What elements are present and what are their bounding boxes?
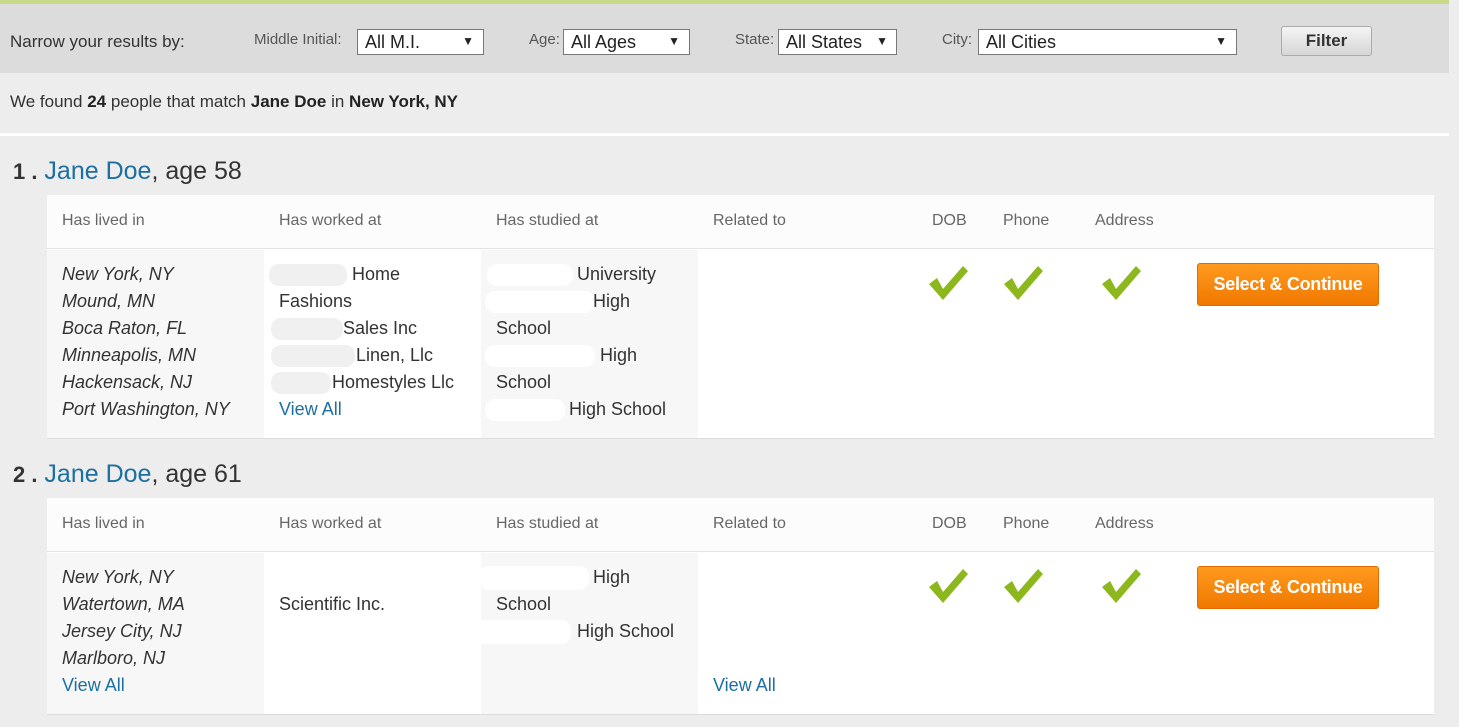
col-header-lived: Has lived in: [62, 515, 145, 532]
age-select[interactable]: All Ages ▼: [563, 29, 690, 55]
city-select[interactable]: All Cities ▼: [978, 29, 1237, 55]
worked-item: Home: [352, 264, 401, 284]
col-header-address: Address: [1095, 515, 1154, 532]
chevron-down-icon: ▼: [876, 34, 888, 48]
studied-item: School: [496, 318, 552, 338]
col-header-related: Related to: [713, 212, 786, 229]
related-view-all-link[interactable]: View All: [713, 672, 776, 699]
middle-initial-label: Middle Initial:: [254, 31, 342, 48]
worked-item: Linen, Llc: [356, 345, 434, 365]
worked-item: Homestyles Llc: [332, 372, 455, 392]
col-header-phone: Phone: [1003, 515, 1050, 532]
person-name-link[interactable]: Jane Doe: [44, 157, 151, 185]
person-name-link[interactable]: Jane Doe: [44, 460, 151, 488]
redacted-text: [475, 620, 571, 644]
results-count: 24: [87, 92, 107, 111]
city-label: City:: [942, 31, 972, 48]
address-check-icon: [1102, 266, 1141, 300]
col-header-worked: Has worked at: [279, 212, 382, 229]
col-header-studied: Has studied at: [496, 212, 599, 229]
redacted-text: [485, 399, 565, 421]
divider: [0, 133, 1449, 136]
select-continue-button[interactable]: Select & Continue: [1197, 566, 1379, 609]
col-header-dob: DOB: [932, 515, 967, 532]
col-header-lived: Has lived in: [62, 212, 145, 229]
redacted-text: [269, 264, 347, 286]
dob-check-icon: [929, 569, 968, 603]
col-header-studied: Has studied at: [496, 515, 599, 532]
studied-item: High: [600, 345, 638, 365]
redacted-text: [271, 566, 405, 590]
worked-item: Fashions: [279, 291, 353, 311]
address-check-icon: [1102, 569, 1141, 603]
col-header-address: Address: [1095, 212, 1154, 229]
worked-item: Sales Inc: [343, 318, 418, 338]
query-name: Jane Doe: [250, 92, 327, 111]
result-heading: 2 . Jane Doe, age 61: [13, 460, 242, 488]
select-continue-button[interactable]: Select & Continue: [1197, 263, 1379, 306]
filter-button[interactable]: Filter: [1281, 26, 1372, 56]
card-header: Has lived in Has worked at Has studied a…: [47, 498, 1434, 552]
lived-view-all-link[interactable]: View All: [62, 672, 262, 699]
redacted-text: [271, 345, 355, 367]
lived-list: New York, NY Watertown, MA Jersey City, …: [62, 564, 262, 699]
worked-item: Scientific Inc.: [279, 594, 386, 614]
age-label: Age:: [529, 31, 560, 48]
results-summary: We found 24 people that match Jane Doe i…: [10, 92, 459, 111]
redacted-text: [479, 566, 589, 590]
studied-item: School: [496, 372, 552, 392]
filter-bar: Narrow your results by: Middle Initial: …: [0, 4, 1449, 73]
studied-item: High: [593, 567, 631, 587]
studied-item: High: [593, 291, 631, 311]
studied-item: University: [577, 264, 657, 284]
redacted-text: [487, 264, 573, 286]
state-label: State:: [735, 31, 775, 48]
card-header: Has lived in Has worked at Has studied a…: [47, 195, 1434, 249]
studied-item: High School: [577, 621, 675, 641]
lived-list: New York, NY Mound, MN Boca Raton, FL Mi…: [62, 264, 230, 419]
dob-check-icon: [929, 266, 968, 300]
col-header-dob: DOB: [932, 212, 967, 229]
result-heading: 1 . Jane Doe, age 58: [13, 157, 242, 185]
chevron-down-icon: ▼: [668, 34, 680, 48]
redacted-text: [271, 372, 331, 394]
worked-view-all-link[interactable]: View All: [279, 396, 342, 423]
redacted-text: [271, 318, 343, 340]
redacted-text: [485, 345, 595, 367]
phone-check-icon: [1004, 266, 1043, 300]
query-location: New York, NY: [349, 92, 459, 111]
col-header-worked: Has worked at: [279, 515, 382, 532]
result-card: Has lived in Has worked at Has studied a…: [47, 498, 1434, 715]
middle-initial-select[interactable]: All M.I. ▼: [357, 29, 484, 55]
studied-item: High School: [569, 399, 667, 419]
narrow-results-label: Narrow your results by:: [10, 32, 185, 51]
chevron-down-icon: ▼: [462, 34, 474, 48]
redacted-text: [485, 291, 595, 313]
studied-item: School: [496, 594, 552, 614]
state-select[interactable]: All States ▼: [778, 29, 897, 55]
col-header-phone: Phone: [1003, 212, 1050, 229]
chevron-down-icon: ▼: [1215, 34, 1227, 48]
col-header-related: Related to: [713, 515, 786, 532]
result-card: Has lived in Has worked at Has studied a…: [47, 195, 1434, 439]
phone-check-icon: [1004, 569, 1043, 603]
